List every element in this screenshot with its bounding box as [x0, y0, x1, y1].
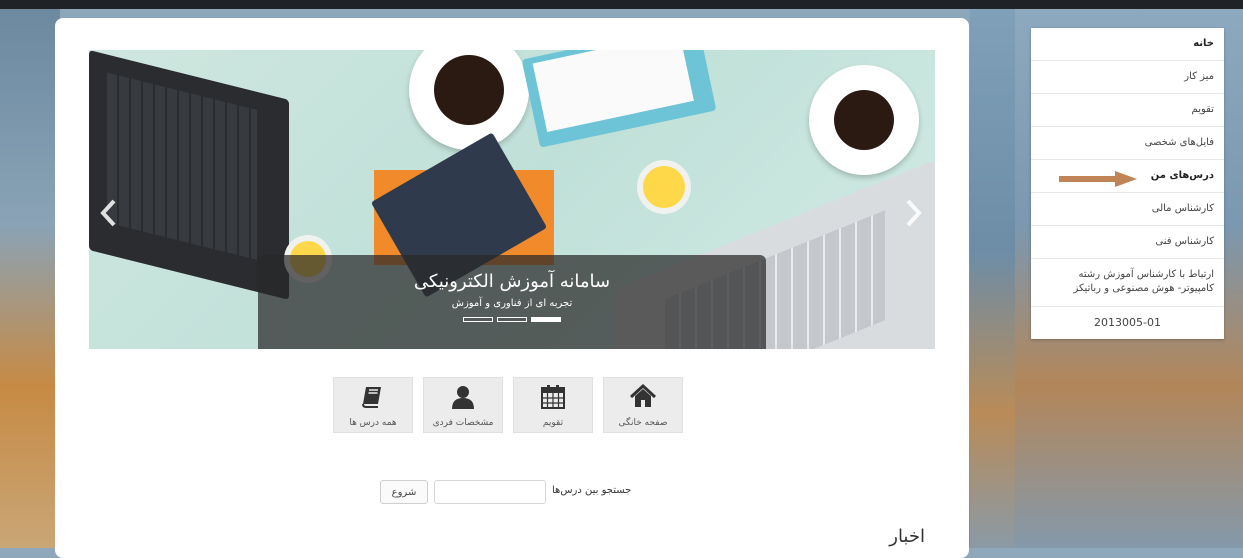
sidebar-item-label: 2013005-01	[1094, 316, 1161, 329]
slider-subtitle: تجربه ای از فناوری و آموزش	[451, 298, 573, 309]
sidebar-item-home[interactable]: خانه	[1031, 28, 1224, 61]
search-button[interactable]: شروع	[380, 480, 428, 504]
sidebar-item-label: درس‌های من	[1150, 170, 1214, 181]
sidebar-item-private-files[interactable]: فایل‌های شخصی	[1031, 127, 1224, 160]
quick-link-home[interactable]: صفحه خانگی	[603, 377, 683, 433]
book-icon	[360, 384, 386, 414]
quick-links: همه درس ها مشخصات فردی تقویم صفحه خانگی	[333, 377, 683, 433]
background-left	[0, 9, 60, 548]
quick-link-profile[interactable]: مشخصات فردی	[423, 377, 503, 433]
sidebar-item-calendar[interactable]: تقویم	[1031, 94, 1224, 127]
home-icon	[629, 383, 657, 414]
sidebar-item-label: کارشناس فنی	[1155, 236, 1214, 247]
chevron-right-icon	[906, 199, 922, 227]
sidebar-item-dashboard[interactable]: میز کار	[1031, 61, 1224, 94]
top-bar	[0, 0, 1243, 9]
quick-link-label: مشخصات فردی	[432, 418, 494, 428]
background-gap	[970, 9, 1015, 548]
slider-image-coffee-cup	[809, 65, 919, 175]
slider-image-juice	[637, 160, 691, 214]
sidebar-item-label: میز کار	[1184, 71, 1214, 82]
search-label: جستجو بین درس‌ها	[552, 485, 632, 496]
slider-prev-button[interactable]	[99, 198, 117, 236]
sidebar-item-technical-expert[interactable]: کارشناس فنی	[1031, 226, 1224, 259]
sidebar-item-label: تقویم	[1191, 104, 1214, 115]
sidebar-menu: خانه میز کار تقویم فایل‌های شخصی درس‌های…	[1031, 28, 1224, 339]
user-icon	[450, 384, 476, 414]
course-search: شروع جستجو بین درس‌ها	[380, 480, 670, 504]
sidebar-item-label: فایل‌های شخصی	[1144, 137, 1214, 148]
quick-link-label: همه درس ها	[349, 418, 397, 428]
hero-slider: سامانه آموزش الکترونیکی تجربه ای از فناو…	[89, 50, 935, 349]
sidebar-item-my-courses[interactable]: درس‌های من	[1031, 160, 1224, 193]
sidebar-item-label: کارشناس مالی	[1151, 203, 1214, 214]
slider-indicator[interactable]	[497, 317, 527, 322]
sidebar-item-label: ارتباط با کارشناس آموزش رشته کامپیوتر- ه…	[1073, 269, 1214, 294]
sidebar-item-contact-advisor[interactable]: ارتباط با کارشناس آموزش رشته کامپیوتر- ه…	[1031, 259, 1224, 307]
chevron-left-icon	[100, 199, 116, 227]
sidebar-item-financial-expert[interactable]: کارشناس مالی	[1031, 193, 1224, 226]
slider-next-button[interactable]	[905, 198, 923, 236]
slider-caption: سامانه آموزش الکترونیکی تجربه ای از فناو…	[258, 255, 766, 349]
sidebar-item-label: خانه	[1193, 38, 1214, 49]
slider-indicator[interactable]	[463, 317, 493, 322]
quick-link-calendar[interactable]: تقویم	[513, 377, 593, 433]
slider-image-clipboard	[521, 50, 717, 148]
slider-title: سامانه آموزش الکترونیکی	[413, 271, 611, 292]
quick-link-all-courses[interactable]: همه درس ها	[333, 377, 413, 433]
calendar-icon	[540, 384, 566, 414]
slider-indicator-active[interactable]	[531, 317, 561, 322]
quick-link-label: تقویم	[542, 418, 564, 428]
news-heading: اخبار	[889, 526, 925, 547]
slider-indicators	[258, 317, 766, 322]
search-input[interactable]	[434, 480, 546, 504]
quick-link-label: صفحه خانگی	[618, 418, 668, 428]
slider-image-coffee-cup	[409, 50, 529, 150]
sidebar-item-course-code[interactable]: 2013005-01	[1031, 307, 1224, 339]
